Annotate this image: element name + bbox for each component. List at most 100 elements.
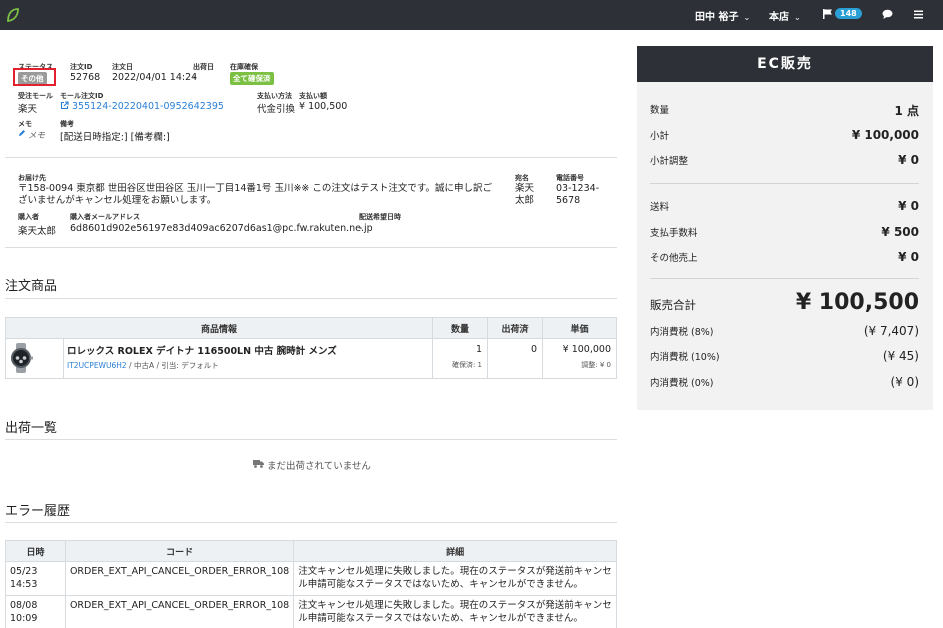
qty-cell: 1 確保済: 1 [432, 338, 488, 379]
address-label: お届け先 [18, 174, 46, 182]
items-table: 商品情報 数量 出荷済 単価 ロレックス ROLEX デイトナ 116500LN… [5, 317, 617, 379]
mall-order-id-label: モール注文ID [60, 92, 104, 100]
errors-header-row: 日時 コード 詳細 [5, 540, 617, 562]
product-thumbnail[interactable] [6, 343, 36, 373]
product-sku-link[interactable]: IT2UCPEWU6H2 [67, 361, 127, 370]
remarks-value: [配送日時指定:] [備考欄:] [60, 132, 170, 143]
buyer-email-value: 6d8601d902e56197e83d409ac6207d6as1@pc.fw… [70, 223, 373, 234]
item-shipped: 0 [530, 344, 537, 355]
divider [5, 247, 617, 248]
order-id: 52768 [70, 72, 101, 83]
error-date: 05/23 14:53 [5, 561, 66, 596]
hamburger-menu-icon[interactable] [914, 10, 923, 19]
payment-amount: ¥ 100,500 [299, 101, 348, 112]
divider [650, 183, 919, 184]
mall-label: 受注モール [18, 92, 53, 100]
product-name: ロレックス ROLEX デイトナ 116500LN 中古 腕時計 メンズ [67, 346, 337, 357]
col-header-detail: 詳細 [293, 540, 617, 562]
other-sales-value: ¥ 0 [898, 250, 919, 264]
tax0-label: 内消費税 (0%) [650, 378, 714, 389]
tax8-label: 内消費税 (8%) [650, 327, 714, 338]
error-history-table: 日時 コード 詳細 05/23 14:53 ORDER_EXT_API_CANC… [5, 540, 617, 628]
col-header-price: 単価 [542, 317, 617, 339]
shipments-section-title: 出荷一覧 [5, 421, 58, 436]
col-header-qty: 数量 [432, 317, 488, 339]
subtotal-adj-label: 小計調整 [650, 156, 689, 167]
col-header-datetime: 日時 [5, 540, 66, 562]
sales-summary-panel: EC販売 数量 1 点 小計 ¥ 100,000 小計調整 ¥ 0 送料 ¥ 0… [637, 46, 933, 410]
app-logo-icon[interactable] [6, 7, 20, 23]
buyer-email-label: 購入者メールアドレス [70, 213, 140, 221]
divider [650, 278, 919, 279]
recipient-value: 楽天 太郎 [515, 183, 535, 206]
user-name: 田中 裕子 [695, 12, 739, 23]
table-row: 05/23 14:53 ORDER_EXT_API_CANCEL_ORDER_E… [5, 561, 617, 596]
mall-order-id-link[interactable]: 355124-20220401-0952642395 [72, 101, 224, 112]
divider [5, 298, 617, 299]
pencil-icon[interactable] [18, 129, 26, 137]
items-header-row: 商品情報 数量 出荷済 単価 [5, 317, 617, 339]
notification-count-badge[interactable]: 148 [835, 8, 862, 19]
quantity-value: 1 点 [894, 104, 919, 118]
payment-amount-label: 支払い額 [299, 92, 327, 100]
subtotal-adj-value: ¥ 0 [898, 153, 919, 167]
remarks-label: 備考 [60, 120, 74, 128]
shipping-fee-value: ¥ 0 [898, 199, 919, 213]
order-date-label: 注文日 [112, 63, 133, 71]
divider [5, 522, 617, 523]
items-section-title: 注文商品 [5, 279, 58, 294]
item-price: ¥ 100,000 [562, 344, 611, 355]
chevron-down-icon: ⌄ [794, 13, 801, 22]
tax10-label: 内消費税 (10%) [650, 352, 720, 363]
item-qty: 1 [475, 344, 482, 355]
col-header-code: コード [64, 540, 295, 562]
payment-fee-value: ¥ 500 [881, 225, 919, 239]
truck-icon [253, 460, 264, 468]
panel-title: EC販売 [637, 46, 933, 82]
product-sub: / 中古A / 引当: デフォルト [126, 361, 219, 370]
subtotal-label: 小計 [650, 131, 670, 142]
memo-edit-link[interactable]: メモ [28, 129, 45, 141]
total-label: 販売合計 [650, 298, 696, 312]
store-menu[interactable]: 本店 ⌄ [769, 8, 801, 23]
address-value: 〒158-0094 東京都 世田谷区世田谷区 玉川一丁目14番1号 玉川※※ こ… [18, 183, 492, 206]
user-menu[interactable]: 田中 裕子 ⌄ [695, 8, 750, 23]
price-cell: ¥ 100,000 調整: ¥ 0 [542, 338, 617, 379]
total-value: ¥ 100,500 [795, 290, 919, 315]
subtotal-value: ¥ 100,000 [851, 128, 919, 142]
error-detail: 注文キャンセル処理に失敗しました。現在のステータスが発送前キャンセル申請可能なス… [293, 595, 617, 628]
divider [5, 157, 617, 158]
errors-section-title: エラー履歴 [5, 504, 71, 519]
ship-date-label: 出荷日 [193, 63, 214, 71]
memo-label: メモ [18, 120, 32, 128]
item-price-note: 調整: ¥ 0 [581, 361, 611, 369]
order-date: 2022/04/01 14:24 [112, 72, 198, 83]
flag-icon[interactable] [822, 8, 834, 20]
error-code: ORDER_EXT_API_CANCEL_ORDER_ERROR_108 [64, 595, 295, 628]
chat-icon[interactable] [882, 9, 893, 20]
no-shipments-text: まだ出荷されていません [267, 461, 371, 472]
product-info-cell: ロレックス ROLEX デイトナ 116500LN 中古 腕時計 メンズ IT2… [63, 338, 433, 379]
external-link-icon[interactable] [60, 101, 69, 110]
buyer-label: 購入者 [18, 213, 39, 221]
item-qty-note: 確保済: 1 [451, 361, 482, 369]
col-header-shipped: 出荷済 [487, 317, 543, 339]
payment-method: 代金引換 [257, 104, 296, 115]
quantity-label: 数量 [650, 105, 670, 116]
mall-value: 楽天 [18, 104, 38, 115]
shipped-cell: 0 [487, 338, 543, 379]
stock-label: 在庫確保 [230, 63, 258, 71]
table-row: 08/08 10:09 ORDER_EXT_API_CANCEL_ORDER_E… [5, 595, 617, 628]
buyer-value: 楽天太郎 [18, 226, 57, 237]
table-row: ロレックス ROLEX デイトナ 116500LN 中古 腕時計 メンズ IT2… [5, 338, 617, 379]
payment-fee-label: 支払手数料 [650, 228, 698, 239]
payment-method-label: 支払い方法 [257, 92, 292, 100]
product-image-cell [5, 338, 64, 379]
col-header-product: 商品情報 [5, 317, 433, 339]
phone-label: 電話番号 [556, 174, 584, 182]
highlight-box [13, 68, 56, 86]
divider [5, 439, 617, 440]
store-name: 本店 [769, 12, 789, 23]
order-id-label: 注文ID [70, 63, 93, 71]
tax8-value: (¥ 7,407) [863, 324, 919, 338]
